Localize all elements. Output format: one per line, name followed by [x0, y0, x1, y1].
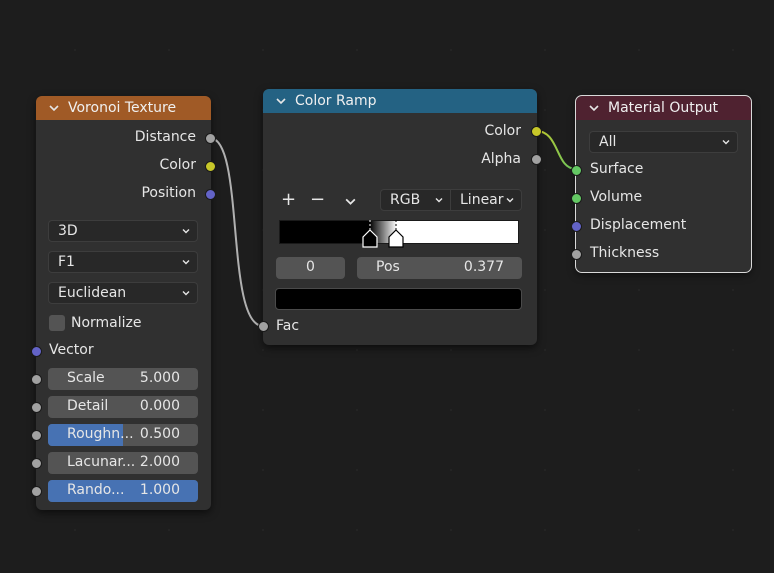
chevron-down-icon: [435, 198, 443, 203]
distance-metric-dropdown[interactable]: Euclidean: [48, 282, 198, 304]
dimensions-dropdown[interactable]: 3D: [48, 220, 198, 242]
lacunarity-field[interactable]: Lacunar... 2.000: [48, 452, 198, 474]
ramp-menu-chevron-icon[interactable]: [344, 195, 357, 208]
scale-value: 5.000: [139, 370, 180, 386]
render-target-dropdown[interactable]: All: [589, 131, 738, 153]
material-output-header[interactable]: Material Output: [576, 96, 751, 120]
input-roughness-socket[interactable]: [31, 430, 42, 441]
scale-name: Scale: [67, 370, 105, 386]
ramp-stop-markers[interactable]: [355, 218, 415, 248]
stop-color-swatch[interactable]: [275, 288, 522, 310]
chevron-down-icon: [182, 260, 190, 265]
input-vector-label: Vector: [49, 342, 94, 358]
input-randomness-socket[interactable]: [31, 486, 42, 497]
feature-value: F1: [58, 254, 75, 270]
add-stop-button[interactable]: +: [281, 189, 296, 210]
interpolation-value: Linear: [460, 192, 504, 208]
remove-stop-button[interactable]: −: [310, 189, 325, 210]
chevron-down-icon: [182, 291, 190, 296]
ramp-output-color-socket[interactable]: [531, 126, 542, 137]
voronoi-title: Voronoi Texture: [68, 100, 177, 116]
color-ramp-title: Color Ramp: [295, 93, 377, 109]
active-stop-index-field[interactable]: 0: [276, 257, 345, 279]
stop-position-value: 0.377: [463, 259, 504, 275]
stop-position-label: Pos: [376, 259, 400, 275]
output-position-socket[interactable]: [205, 189, 216, 200]
randomness-value: 1.000: [139, 482, 180, 498]
input-vector-socket[interactable]: [31, 346, 42, 357]
ramp-input-fac-socket[interactable]: [258, 321, 269, 332]
normalize-checkbox[interactable]: [49, 315, 65, 331]
link-color-to-surface[interactable]: [535, 130, 577, 170]
input-scale-socket[interactable]: [31, 374, 42, 385]
chevron-down-icon: [722, 140, 730, 145]
distance-metric-value: Euclidean: [58, 285, 127, 301]
render-target-value: All: [599, 134, 617, 150]
input-detail-socket[interactable]: [31, 402, 42, 413]
normalize-label: Normalize: [71, 315, 142, 331]
link-distance-to-fac[interactable]: [209, 137, 264, 327]
color-mode-value: RGB: [390, 192, 421, 208]
input-volume-socket[interactable]: [571, 193, 582, 204]
collapse-chevron-icon[interactable]: [275, 95, 287, 107]
output-color-socket[interactable]: [205, 161, 216, 172]
detail-name: Detail: [67, 398, 109, 414]
input-displacement-label: Displacement: [590, 217, 687, 233]
output-position-label: Position: [141, 185, 196, 201]
input-volume-label: Volume: [590, 189, 643, 205]
output-distance-label: Distance: [134, 129, 196, 145]
active-stop-index-value: 0: [306, 259, 315, 275]
ramp-input-fac-label: Fac: [276, 318, 300, 334]
interpolation-dropdown[interactable]: Linear: [450, 189, 522, 211]
voronoi-header[interactable]: Voronoi Texture: [36, 96, 211, 120]
input-thickness-socket[interactable]: [571, 249, 582, 260]
ramp-output-color-label: Color: [484, 123, 521, 139]
material-output-title: Material Output: [608, 100, 718, 116]
input-displacement-socket[interactable]: [571, 221, 582, 232]
input-thickness-label: Thickness: [590, 245, 660, 261]
roughness-value: 0.500: [139, 426, 180, 442]
input-surface-socket[interactable]: [571, 165, 582, 176]
lacunarity-value: 2.000: [139, 454, 180, 470]
ramp-output-alpha-label: Alpha: [481, 151, 521, 167]
color-mode-dropdown[interactable]: RGB: [380, 189, 451, 211]
collapse-chevron-icon[interactable]: [588, 102, 600, 114]
feature-dropdown[interactable]: F1: [48, 251, 198, 273]
randomness-name: Rando...: [67, 482, 125, 498]
output-distance-socket[interactable]: [205, 133, 216, 144]
roughness-field[interactable]: Roughn... 0.500: [48, 424, 198, 446]
ramp-output-alpha-socket[interactable]: [531, 154, 542, 165]
randomness-field[interactable]: Rando... 1.000: [48, 480, 198, 502]
stop-position-field[interactable]: Pos 0.377: [357, 257, 522, 279]
roughness-name: Roughn...: [67, 426, 134, 442]
input-lacunarity-socket[interactable]: [31, 458, 42, 469]
detail-value: 0.000: [139, 398, 180, 414]
lacunarity-name: Lacunar...: [67, 454, 136, 470]
detail-field[interactable]: Detail 0.000: [48, 396, 198, 418]
scale-field[interactable]: Scale 5.000: [48, 368, 198, 390]
chevron-down-icon: [506, 198, 514, 203]
input-surface-label: Surface: [590, 161, 644, 177]
dimensions-value: 3D: [58, 223, 78, 239]
output-color-label: Color: [159, 157, 196, 173]
chevron-down-icon: [182, 229, 190, 234]
color-ramp-header[interactable]: Color Ramp: [263, 89, 537, 113]
collapse-chevron-icon[interactable]: [48, 102, 60, 114]
